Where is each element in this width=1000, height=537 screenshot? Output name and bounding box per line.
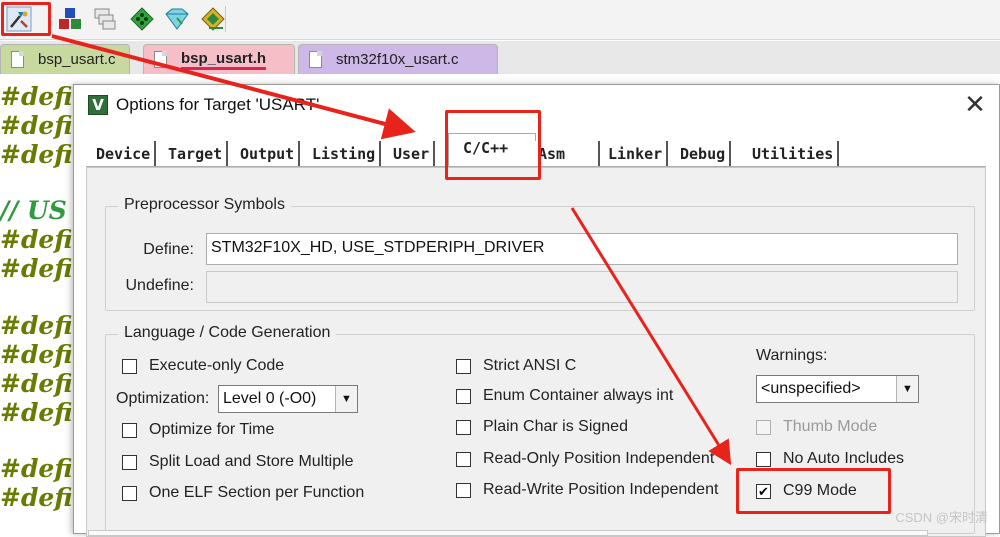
tab-user[interactable]: User: [389, 141, 436, 167]
select-packs-icon[interactable]: [127, 4, 157, 34]
pack-installer-icon[interactable]: [90, 4, 120, 34]
warnings-select[interactable]: <unspecified> ▼: [756, 375, 919, 403]
checkbox-box[interactable]: [456, 419, 471, 435]
one-elf-section-checkbox[interactable]: One ELF Section per Function: [122, 484, 364, 502]
keil-app-icon: V: [88, 95, 108, 115]
ro-position-independent-checkbox[interactable]: Read-Only Position Independent: [456, 450, 714, 468]
tab-output[interactable]: Output: [236, 141, 301, 167]
warnings-label: Warnings:: [756, 347, 828, 364]
checkbox-label: Read-Write Position Independent: [483, 481, 719, 498]
toolbar: [0, 0, 1000, 40]
preprocessor-group: Preprocessor Symbols Define: STM32F10X_H…: [105, 196, 975, 311]
code-line: #defi: [0, 225, 73, 254]
manage-runtime-icon[interactable]: [162, 4, 192, 34]
code-line: #defi: [0, 82, 73, 111]
tab-listing[interactable]: Listing: [308, 141, 382, 167]
file-icon: [154, 51, 167, 68]
undefine-label: Undefine:: [125, 277, 195, 294]
watermark: CSDN @宋时清: [895, 510, 988, 525]
checkbox-label: Thumb Mode: [783, 418, 878, 435]
code-comment-line: // US: [0, 196, 67, 225]
file-icon: [309, 51, 322, 68]
toolbar-separator: [225, 6, 226, 32]
checkbox-box[interactable]: [122, 358, 137, 374]
plain-char-signed-checkbox[interactable]: Plain Char is Signed: [456, 418, 628, 436]
highlight-options-button: [1, 2, 51, 36]
warnings-value: <unspecified>: [761, 380, 861, 397]
tab-device[interactable]: Device: [92, 141, 157, 167]
optimize-time-checkbox[interactable]: Optimize for Time: [122, 421, 274, 439]
checkbox-label: Enum Container always int: [483, 387, 674, 404]
execute-only-checkbox[interactable]: Execute-only Code: [122, 357, 284, 375]
rw-position-independent-checkbox[interactable]: Read-Write Position Independent: [456, 481, 718, 499]
tab-asm[interactable]: Asm: [534, 141, 600, 167]
close-icon[interactable]: ✕: [961, 89, 989, 120]
file-tab-bar: bsp_usart.c bsp_usart.h stm32f10x_usart.…: [0, 41, 1000, 74]
checkbox-label: Read-Only Position Independent: [483, 450, 715, 467]
code-line: #defi: [0, 111, 73, 140]
file-icon: [11, 51, 24, 68]
define-label: Define:: [143, 241, 194, 258]
tab-debug[interactable]: Debug: [676, 141, 732, 167]
checkbox-label: No Auto Includes: [783, 450, 904, 467]
rte-icon[interactable]: [198, 4, 228, 34]
file-tab-label: bsp_usart.c: [38, 51, 116, 68]
checkbox-label: One ELF Section per Function: [149, 484, 365, 501]
strict-ansi-checkbox[interactable]: Strict ANSI C: [456, 357, 576, 375]
checkbox-box[interactable]: [456, 451, 471, 467]
enum-container-checkbox[interactable]: Enum Container always int: [456, 387, 673, 405]
tab-target[interactable]: Target: [164, 141, 229, 167]
checkbox-box[interactable]: [122, 454, 137, 470]
checkbox-label: Execute-only Code: [149, 357, 285, 374]
cut-off-field: [88, 530, 928, 536]
dialog-title: Options for Target 'USART': [116, 95, 320, 114]
thumb-mode-checkbox[interactable]: Thumb Mode: [756, 418, 877, 436]
tab-linker[interactable]: Linker: [604, 141, 669, 167]
code-line: #defi: [0, 140, 73, 169]
code-line: #defi: [0, 369, 73, 398]
split-load-store-checkbox[interactable]: Split Load and Store Multiple: [122, 453, 354, 471]
code-line: #defi: [0, 311, 73, 340]
chevron-down-icon[interactable]: ▼: [335, 386, 357, 412]
highlight-c-cpp-tab: [445, 110, 541, 180]
checkbox-box[interactable]: [122, 422, 137, 438]
checkbox-label: Split Load and Store Multiple: [149, 453, 354, 470]
file-tab-stm32f10x-usart-c[interactable]: stm32f10x_usart.c: [298, 44, 498, 74]
checkbox-box[interactable]: [456, 482, 471, 498]
optimization-select[interactable]: Level 0 (-O0) ▼: [218, 385, 358, 413]
no-auto-includes-checkbox[interactable]: No Auto Includes: [756, 450, 904, 468]
optimization-value: Level 0 (-O0): [223, 390, 317, 407]
checkbox-label: Strict ANSI C: [483, 357, 577, 374]
language-group-title: Language / Code Generation: [118, 324, 337, 342]
preprocessor-group-title: Preprocessor Symbols: [118, 196, 291, 214]
undefine-field[interactable]: [206, 271, 958, 303]
code-line: #defi: [0, 254, 73, 283]
file-tab-bsp-usart-h[interactable]: bsp_usart.h: [143, 44, 295, 74]
manage-components-icon[interactable]: [55, 4, 85, 34]
file-tab-bsp-usart-c[interactable]: bsp_usart.c: [0, 44, 130, 74]
code-line: #defi: [0, 454, 73, 483]
file-tab-label: stm32f10x_usart.c: [336, 51, 459, 68]
optimization-label: Optimization:: [116, 390, 210, 407]
define-field[interactable]: STM32F10X_HD, USE_STDPERIPH_DRIVER: [206, 233, 958, 265]
chevron-down-icon[interactable]: ▼: [896, 376, 918, 402]
highlight-c99-mode: [736, 468, 891, 514]
tab-utilities[interactable]: Utilities: [748, 141, 840, 167]
checkbox-box[interactable]: [756, 419, 771, 435]
checkbox-box[interactable]: [456, 358, 471, 374]
checkbox-label: Plain Char is Signed: [483, 418, 628, 435]
file-tab-label: bsp_usart.h: [181, 50, 267, 70]
checkbox-box[interactable]: [456, 388, 471, 404]
code-line: #defi: [0, 340, 73, 369]
code-line: #defi: [0, 483, 73, 512]
checkbox-box[interactable]: [756, 451, 771, 467]
code-line: #defi: [0, 398, 73, 427]
checkbox-box[interactable]: [122, 485, 137, 501]
checkbox-label: Optimize for Time: [149, 421, 275, 438]
